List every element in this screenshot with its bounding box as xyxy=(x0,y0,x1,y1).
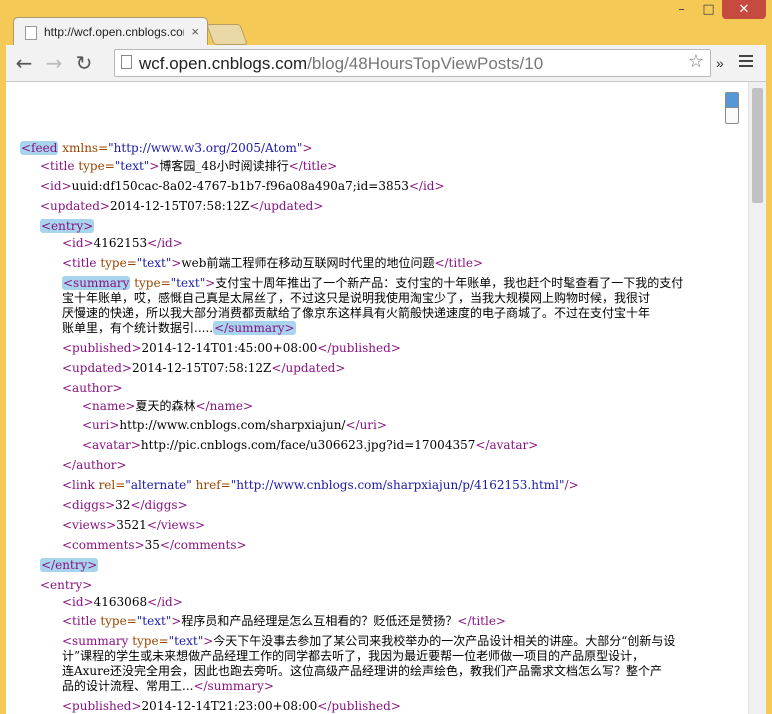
xml-viewer: <feed xmlns="http://www.w3.org/2005/Atom… xyxy=(6,82,766,714)
page-icon xyxy=(25,26,37,40)
url-host: wcf.open.cnblogs.com xyxy=(139,54,308,73)
entry-id: <id>4163068</id> xyxy=(62,595,183,609)
window-controls: – □ ✕ xyxy=(668,0,766,20)
feed-title: <title type="text">博客园_48小时阅读排行</title> xyxy=(40,159,338,173)
extensions-overflow-button[interactable]: » xyxy=(716,55,724,71)
forward-icon[interactable]: → xyxy=(42,51,66,75)
viewer-toggle-button[interactable] xyxy=(725,92,739,124)
author-open-tag: <author> xyxy=(62,381,123,395)
feed-updated: <updated>2014-12-15T07:58:12Z</updated> xyxy=(40,199,324,213)
toolbar: ← → ↻ wcf.open.cnblogs.com/blog/48HoursT… xyxy=(6,45,766,82)
entry-summary: <summary type="text">今天下午没事去参加了某公司来我校举办的… xyxy=(62,634,676,693)
entry-title: <title type="text">web前端工程师在移动互联网时代里的地位问… xyxy=(62,256,484,270)
author-avatar: <avatar>http://pic.cnblogs.com/face/u306… xyxy=(82,438,539,452)
entry-views: <views>3521</views> xyxy=(62,518,206,532)
page-info-icon[interactable] xyxy=(121,55,132,69)
url-path: /blog/48HoursTopViewPosts/10 xyxy=(307,54,544,73)
url-text[interactable]: wcf.open.cnblogs.com/blog/48HoursTopView… xyxy=(139,54,543,74)
feed-open-tag: <feed xmlns="http://www.w3.org/2005/Atom… xyxy=(20,141,313,155)
entry-title: <title type="text">程序员和产品经理是怎么互相看的？贬低还是赞… xyxy=(62,614,506,628)
close-window-button[interactable]: ✕ xyxy=(722,0,766,19)
feed-id: <id>uuid:df150cac-8a02-4767-b1b7-f96a08a… xyxy=(40,179,445,193)
entry-updated: <updated>2014-12-15T07:58:12Z</updated> xyxy=(62,361,346,375)
vertical-scrollbar[interactable] xyxy=(748,82,766,714)
scrollbar-thumb[interactable] xyxy=(752,88,763,203)
reload-icon[interactable]: ↻ xyxy=(72,51,96,75)
browser-tab[interactable]: http://wcf.open.cnblogs.com/blog/4 × xyxy=(13,17,208,47)
tab-title: http://wcf.open.cnblogs.com/blog/4 xyxy=(44,25,184,39)
entry-comments: <comments>35</comments> xyxy=(62,538,247,552)
browser-window: – □ ✕ http://wcf.open.cnblogs.com/blog/4… xyxy=(0,0,772,714)
back-icon[interactable]: ← xyxy=(12,51,36,75)
entry-diggs: <diggs>32</diggs> xyxy=(62,498,188,512)
maximize-button[interactable]: □ xyxy=(695,0,722,19)
entry-close-tag: </entry> xyxy=(40,558,99,572)
entry-link: <link rel="alternate" href="http://www.c… xyxy=(62,478,579,492)
entry-published: <published>2014-12-14T01:45:00+08:00</pu… xyxy=(62,341,401,355)
entry-summary: <summary type="text">支付宝十周年推出了一个新产品：支付宝的… xyxy=(62,276,684,335)
tab-close-icon[interactable]: × xyxy=(191,24,199,39)
entry-id: <id>4162153</id> xyxy=(62,236,183,250)
entry-published: <published>2014-12-14T21:23:00+08:00</pu… xyxy=(62,699,401,713)
bookmark-star-icon[interactable]: ☆ xyxy=(688,51,704,72)
author-close-tag: </author> xyxy=(62,458,127,472)
minimize-button[interactable]: – xyxy=(668,0,695,19)
menu-icon[interactable] xyxy=(739,53,753,67)
address-bar[interactable]: wcf.open.cnblogs.com/blog/48HoursTopView… xyxy=(114,49,711,77)
new-tab-button[interactable] xyxy=(206,24,248,45)
author-name: <name>夏天的森林</name> xyxy=(82,399,254,413)
author-uri: <uri>http://www.cnblogs.com/sharpxiajun/… xyxy=(82,418,387,432)
